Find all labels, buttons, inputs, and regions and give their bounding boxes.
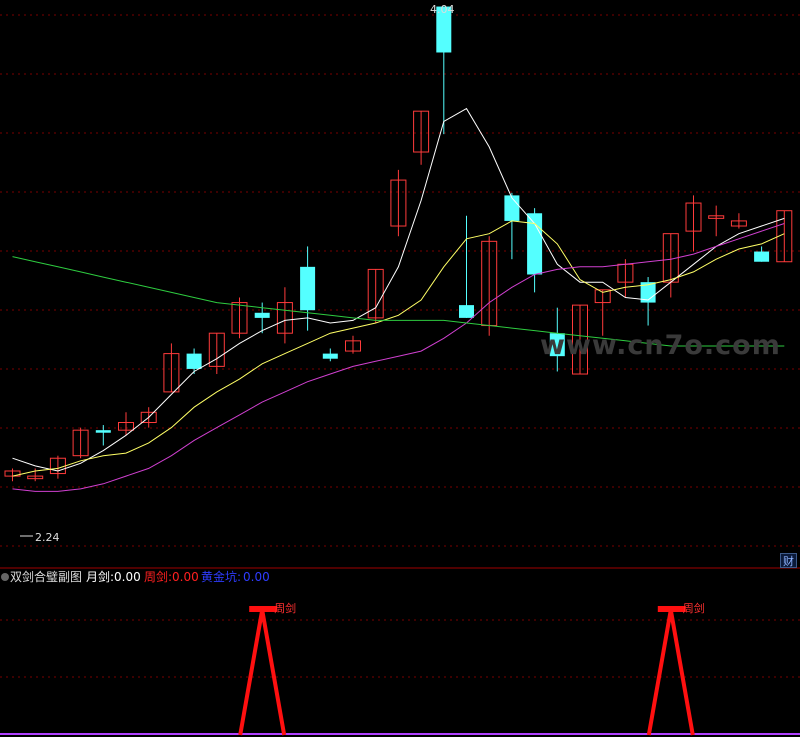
candle-body-down: [504, 195, 520, 221]
weekly-sword-label: 周剑: [683, 601, 705, 615]
high-price-label: 4.04: [430, 3, 455, 16]
golden-pit-value: 0.00: [243, 570, 270, 584]
monthly-sword-value: 0.00: [114, 570, 141, 584]
low-price-label: 2.24: [35, 531, 60, 544]
candle-body-down: [459, 305, 474, 318]
candle-body-down: [754, 251, 770, 262]
weekly-sword-label: 周剑: [274, 601, 296, 615]
candle-body-down: [186, 353, 202, 369]
moving-average-line: [12, 107, 785, 472]
candle-body-down: [300, 266, 316, 311]
stock-chart: 4.04 2.24 周剑 周剑: [0, 3, 800, 736]
weekly-sword-marker: [657, 606, 686, 612]
weekly-sword-peak: [646, 609, 695, 736]
candle-body-down: [322, 353, 338, 359]
golden-pit-label: 黄金坑:: [201, 570, 242, 584]
weekly-sword-value: 0.00: [172, 570, 199, 584]
weekly-sword-marker: [249, 606, 278, 612]
sub-chart-bullet-icon[interactable]: [0, 569, 10, 589]
watermark-text: www.cn7o.com: [540, 330, 781, 361]
candle-body-down: [95, 430, 111, 433]
candle-body-down: [254, 312, 270, 318]
weekly-sword-label: 周剑:: [144, 570, 173, 584]
sub-chart-title: 双剑合璧副图: [10, 570, 83, 584]
finance-badge[interactable]: 财: [780, 553, 797, 568]
weekly-sword-peak: [238, 609, 287, 736]
monthly-sword-label: 月剑:: [86, 570, 115, 584]
